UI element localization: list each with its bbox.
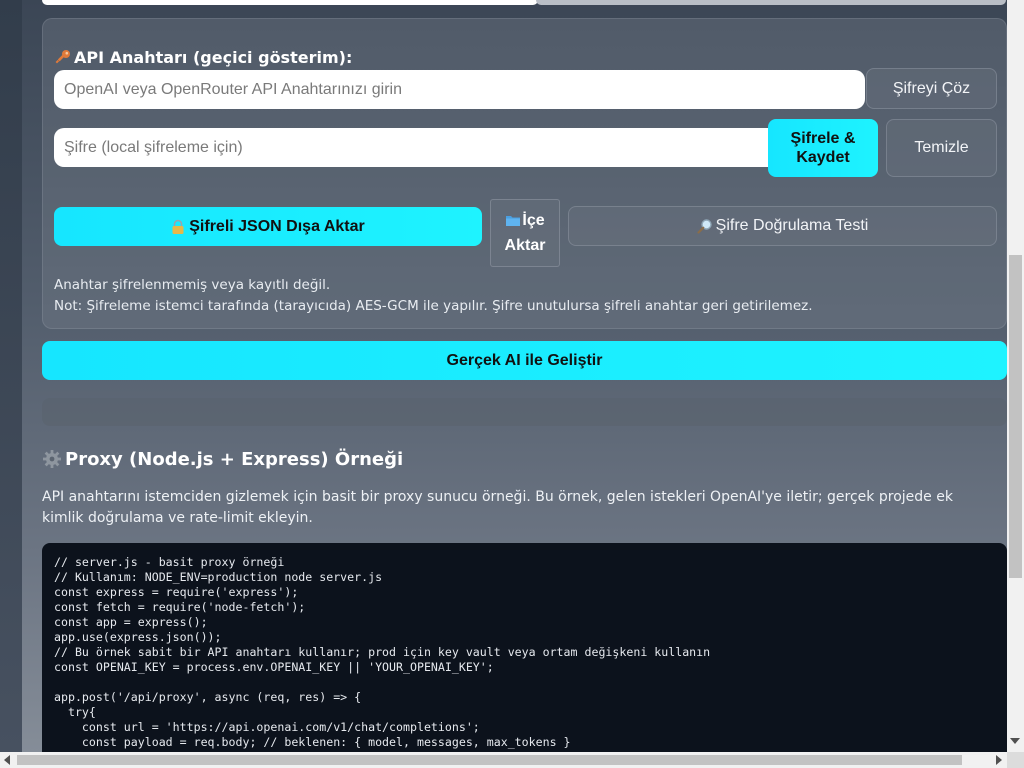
gear-icon	[42, 449, 62, 469]
magnifier-icon	[697, 218, 713, 234]
encrypt-save-line1: Şifrele &	[790, 130, 856, 147]
clear-button[interactable]: Temizle	[886, 119, 997, 177]
import-button[interactable]: İçe Aktar	[490, 199, 560, 267]
encrypt-save-button[interactable]: Şifrele & Kaydet	[768, 119, 878, 177]
key-icon	[54, 48, 72, 66]
top-bar-edge	[536, 0, 1006, 5]
api-key-label: API Anahtarı (geçici gösterim):	[54, 46, 352, 68]
export-json-label: Şifreli JSON Dışa Aktar	[189, 218, 365, 235]
password-input[interactable]	[54, 128, 776, 167]
scrollbar-corner	[1007, 752, 1024, 768]
folder-icon	[505, 214, 521, 227]
proxy-code: // server.js - basit proxy örneği // Kul…	[54, 555, 711, 749]
left-panel-edge	[0, 0, 22, 752]
import-line2: Aktar	[504, 237, 546, 254]
vertical-scrollbar-thumb[interactable]	[1009, 255, 1022, 578]
decrypt-button-label: Şifreyi Çöz	[892, 79, 971, 97]
top-input-edge[interactable]	[42, 0, 538, 5]
scroll-left-arrow-icon[interactable]	[4, 755, 10, 765]
enhance-with-ai-label: Gerçek AI ile Geliştir	[446, 352, 603, 369]
decrypt-button[interactable]: Şifreyi Çöz	[866, 68, 997, 109]
scroll-down-arrow-icon[interactable]	[1010, 738, 1020, 744]
output-bar	[42, 398, 1007, 426]
proxy-code-block: // server.js - basit proxy örneği // Kul…	[42, 543, 1007, 752]
password-verify-label: Şifre Doğrulama Testi	[715, 217, 869, 234]
api-key-input[interactable]	[54, 70, 865, 109]
key-status-text: Anahtar şifrelenmemiş veya kayıtlı değil…	[54, 277, 331, 293]
lock-icon	[171, 219, 185, 235]
import-line1: İçe	[522, 212, 545, 229]
export-json-button[interactable]: Şifreli JSON Dışa Aktar	[54, 207, 482, 246]
scroll-right-arrow-icon[interactable]	[996, 755, 1002, 765]
proxy-description: API anahtarını istemciden gizlemek için …	[42, 489, 953, 526]
clear-button-label: Temizle	[914, 139, 969, 156]
api-key-label-text: API Anahtarı (geçici gösterim):	[74, 47, 353, 67]
encrypt-save-line2: Kaydet	[796, 149, 850, 166]
proxy-section-title: Proxy (Node.js + Express) Örneği	[42, 446, 403, 472]
proxy-section-title-text: Proxy (Node.js + Express) Örneği	[65, 448, 404, 470]
encryption-note: Not: Şifreleme istemci tarafında (tarayı…	[54, 298, 813, 314]
enhance-with-ai-button[interactable]: Gerçek AI ile Geliştir	[42, 341, 1007, 380]
password-verify-button[interactable]: Şifre Doğrulama Testi	[568, 206, 997, 246]
horizontal-scrollbar-thumb[interactable]	[17, 755, 962, 765]
